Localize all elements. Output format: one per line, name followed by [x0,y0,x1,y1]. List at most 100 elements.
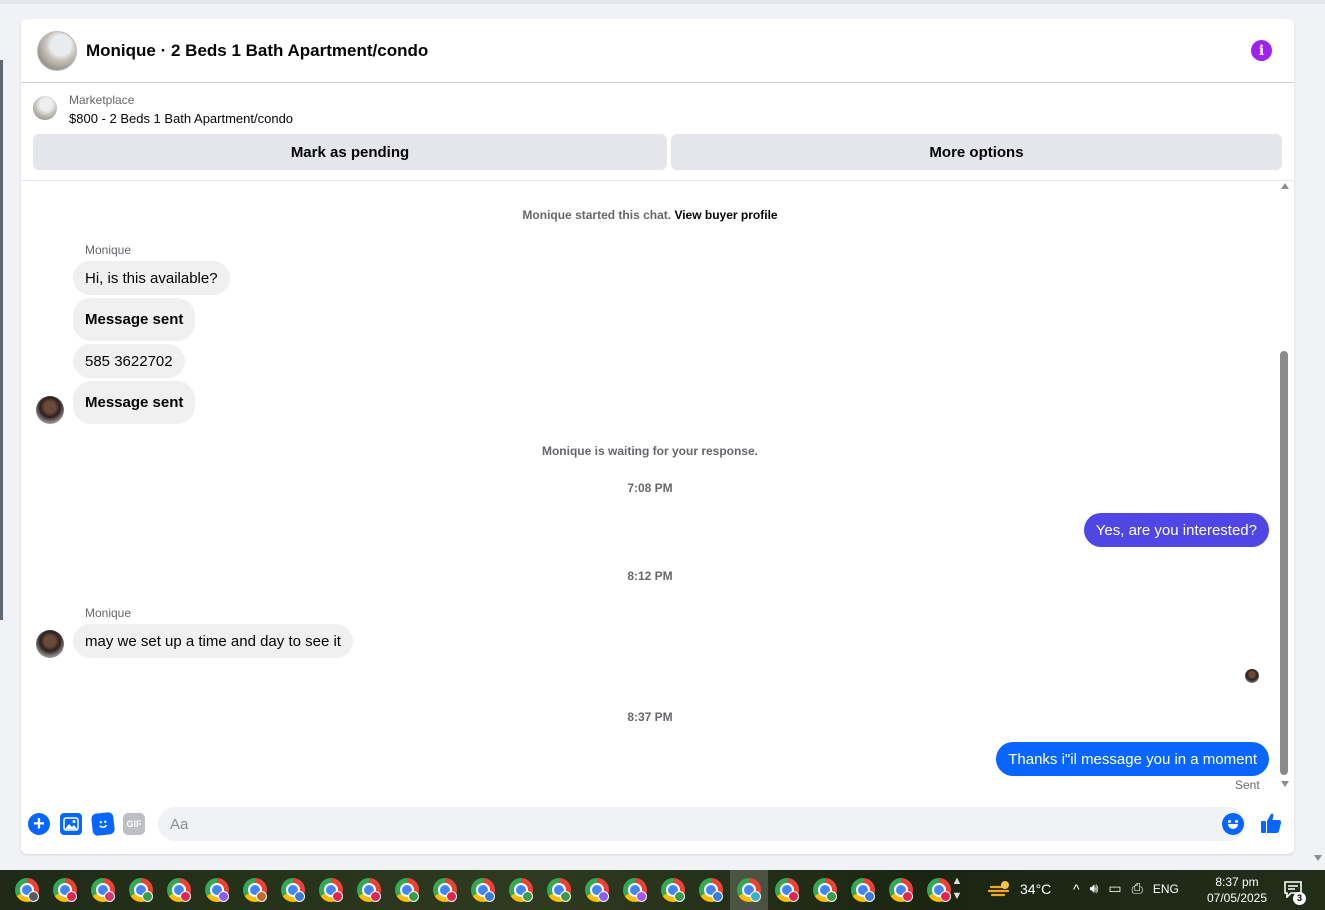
taskbar-chrome-app[interactable] [882,870,920,910]
info-icon[interactable]: i [1251,40,1272,61]
taskbar-chrome-app[interactable] [426,870,464,910]
listing-avatar[interactable] [37,31,77,71]
taskbar-chrome-app[interactable] [84,870,122,910]
taskbar-chrome-app[interactable] [730,870,768,910]
taskbar-chrome-app[interactable] [388,870,426,910]
profile-badge-icon [522,891,533,902]
taskbar-chrome-app[interactable] [692,870,730,910]
taskbar-chrome-app[interactable] [274,870,312,910]
taskbar-chrome-app[interactable] [236,870,274,910]
more-options-button[interactable]: More options [671,134,1282,170]
listing-bar: Marketplace $800 - 2 Beds 1 Bath Apartme… [21,83,1294,181]
notification-count-badge: 3 [1293,892,1306,905]
incoming-message[interactable]: Message sent [73,298,196,341]
profile-badge-icon [560,891,571,902]
chat-title[interactable]: Monique · 2 Beds 1 Bath Apartment/condo [86,41,428,61]
show-hidden-icons-chevron-icon[interactable]: ^ [1073,881,1080,897]
profile-badge-icon [28,891,39,902]
message-input-box[interactable] [158,807,1245,841]
scroll-up-arrow-icon[interactable] [1281,183,1289,189]
profile-badge-icon [902,891,913,902]
profile-badge-icon [826,891,837,902]
profile-badge-icon [484,891,495,902]
taskbar-chrome-app[interactable] [540,870,578,910]
scroll-down-arrow-icon[interactable] [1281,781,1289,787]
taskbar-chrome-app[interactable] [502,870,540,910]
taskbar-clock[interactable]: 8:37 pm 07/05/2025 [1206,874,1268,906]
listing-category: Marketplace [69,93,135,107]
system-tray: ^ 🔊︎ ▭ ⎙ ENG [1073,880,1179,897]
like-thumb-icon[interactable] [1259,811,1283,835]
plus-icon[interactable]: + [28,813,50,835]
outgoing-message[interactable]: Thanks i"il message you in a moment [996,742,1269,776]
network-icon[interactable]: ▭ [1108,880,1121,897]
chat-scrollbar[interactable] [1279,181,1291,793]
chat-header: Monique · 2 Beds 1 Bath Apartment/condo … [21,19,1294,83]
sender-avatar[interactable] [36,396,64,424]
message-composer: + GIF [21,799,1294,849]
incoming-message[interactable]: Message sent [73,381,196,424]
taskbar-chrome-app[interactable] [312,870,350,910]
profile-badge-icon [180,891,191,902]
taskbar-chrome-app[interactable] [654,870,692,910]
taskbar-chrome-app[interactable] [122,870,160,910]
waiting-notice: Monique is waiting for your response. [541,444,759,458]
profile-badge-icon [788,891,799,902]
taskbar-chrome-app[interactable] [806,870,844,910]
meet-icon[interactable]: ⎙ [1132,880,1143,897]
page-scroll-down-icon[interactable] [1314,855,1322,861]
sender-name: Monique [85,606,132,620]
photo-icon[interactable] [60,813,82,835]
taskbar-chrome-app[interactable] [844,870,882,910]
taskbar-app-list [8,870,958,910]
profile-badge-icon [218,891,229,902]
timestamp: 7:08 PM [627,481,673,495]
sticker-glyph-icon [99,820,108,828]
taskbar-chrome-app[interactable] [578,870,616,910]
profile-badge-icon [750,891,761,902]
taskbar-chrome-app[interactable] [160,870,198,910]
taskbar-chrome-app[interactable] [46,870,84,910]
profile-badge-icon [104,891,115,902]
language-indicator[interactable]: ENG [1153,882,1179,896]
mark-as-pending-button[interactable]: Mark as pending [33,134,667,170]
taskbar-chrome-app[interactable] [616,870,654,910]
taskbar-chrome-app[interactable] [350,870,388,910]
listing-price-title[interactable]: $800 - 2 Beds 1 Bath Apartment/condo [69,111,293,126]
profile-badge-icon [332,891,343,902]
scroll-thumb[interactable] [1280,351,1288,775]
taskbar-chrome-app[interactable] [768,870,806,910]
listing-thumbnail[interactable] [33,96,57,120]
chat-panel: Monique · 2 Beds 1 Bath Apartment/condo … [21,19,1294,854]
profile-badge-icon [446,891,457,902]
sent-status: Sent [1235,778,1260,792]
profile-badge-icon [712,891,723,902]
window-left-scrollbar[interactable] [0,60,3,620]
profile-badge-icon [256,891,267,902]
gif-icon[interactable]: GIF [123,813,145,835]
incoming-message[interactable]: Hi, is this available? [73,261,230,295]
temperature-text: 34°C [1020,881,1052,897]
view-buyer-profile-link[interactable]: View buyer profile [674,208,777,222]
sender-avatar[interactable] [36,630,64,658]
clock-time: 8:37 pm [1215,875,1259,889]
profile-badge-icon [408,891,419,902]
profile-badge-icon [636,891,647,902]
message-input[interactable] [158,807,1198,841]
taskbar-chrome-app[interactable] [8,870,46,910]
taskbar-chrome-app[interactable] [464,870,502,910]
volume-icon[interactable]: 🔊︎ [1090,880,1099,897]
incoming-message[interactable]: may we set up a time and day to see it [73,624,353,658]
timestamp: 8:12 PM [627,569,673,583]
weather-widget[interactable]: 34°C [988,879,1051,899]
window-top-edge [0,0,1325,4]
taskbar-scroll-chevron-icon[interactable]: ▲ ▼ [951,874,963,904]
profile-badge-icon [370,891,381,902]
incoming-message[interactable]: 585 3622702 [73,344,185,378]
taskbar-chrome-app[interactable] [198,870,236,910]
outgoing-message[interactable]: Yes, are you interested? [1083,513,1269,547]
sticker-icon[interactable] [90,811,116,837]
sender-name: Monique [85,243,132,257]
profile-badge-icon [598,891,609,902]
emoji-icon[interactable] [1222,813,1244,835]
